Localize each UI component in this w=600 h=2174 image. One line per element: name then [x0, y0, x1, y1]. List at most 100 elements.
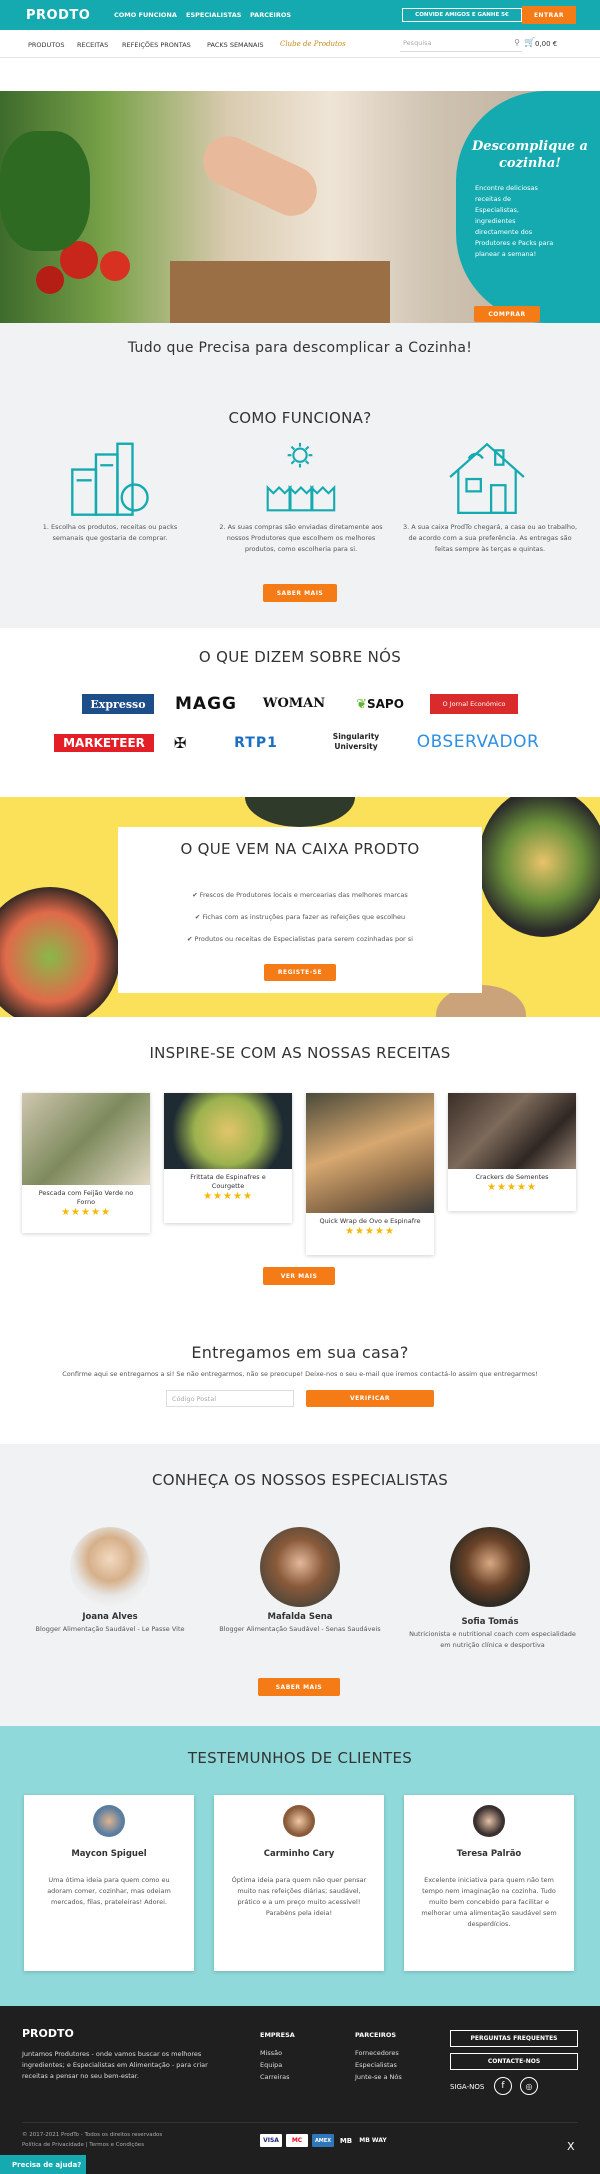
payment-visa-icon: VISA	[260, 2134, 282, 2147]
customer-name: Maycon Spiguel	[71, 1849, 147, 1859]
recipe-card[interactable]: Crackers de Sementes ★★★★★	[448, 1093, 576, 1211]
step-2: 2. As suas compras são enviadas diretame…	[219, 523, 383, 553]
producers-icon	[266, 442, 336, 512]
testimonial-text: Óptima ideia para quem não quer pensar m…	[231, 1876, 367, 1917]
rating-stars: ★★★★★	[487, 1182, 537, 1193]
footer-link-equipa[interactable]: Equipa	[260, 2060, 282, 2071]
instagram-icon[interactable]: ◎	[520, 2077, 538, 2095]
step-3: 3. A sua caixa ProdTo chegará, a casa ou…	[402, 523, 578, 553]
customer-avatar	[93, 1805, 125, 1837]
recipe-image	[22, 1093, 150, 1185]
footer-link-carreiras[interactable]: Carreiras	[260, 2072, 289, 2083]
payment-mb-icon: MB	[339, 2136, 353, 2145]
press-logo-rtp1: RTP1	[234, 735, 278, 751]
search-input[interactable]: Pesquisa ⚲	[400, 36, 522, 52]
nav-como-funciona[interactable]: COMO FUNCIONA	[114, 11, 177, 19]
payment-mastercard-icon: MC	[286, 2134, 308, 2147]
brand-logo[interactable]: PRODTO	[26, 8, 90, 23]
salad-bowl	[478, 797, 600, 937]
footer-col2-title: PARCEIROS	[355, 2031, 397, 2039]
search-placeholder: Pesquisa	[403, 39, 432, 47]
grocery-icon	[71, 442, 149, 516]
recipe-card[interactable]: Frittata de Espinafres e Courgette ★★★★★	[164, 1093, 292, 1223]
recipe-name: Quick Wrap de Ovo e Espinafre	[319, 1217, 421, 1225]
search-icon[interactable]: ⚲	[514, 38, 520, 47]
testimonial-text: Uma ótima ideia para quem como eu adoram…	[47, 1876, 171, 1906]
sapo-text: SAPO	[366, 697, 404, 711]
nav-parceiros[interactable]: PARCEIROS	[250, 11, 291, 19]
check-icon: ✔	[187, 935, 195, 943]
press-logo-sapo: ❦ SAPO	[346, 694, 414, 714]
experts-more-button[interactable]: SABER MAIS	[258, 1678, 340, 1696]
cutting-board	[170, 261, 390, 323]
recipe-card[interactable]: Quick Wrap de Ovo e Espinafre ★★★★★	[306, 1093, 434, 1255]
follow-label: SIGA-NOS	[450, 2083, 485, 2091]
postal-code-input[interactable]: Código Postal	[166, 1390, 294, 1407]
press-logo-expresso: Expresso	[82, 694, 154, 714]
recipes-more-button[interactable]: VER MAIS	[263, 1267, 335, 1285]
recipe-image	[306, 1093, 434, 1213]
payment-amex-icon: AMEX	[312, 2134, 334, 2147]
help-chat-button[interactable]: Precisa de ajuda?	[0, 2155, 86, 2174]
cart-total[interactable]: 0,00 €	[535, 40, 557, 48]
cart-icon[interactable]: 🛒	[524, 38, 535, 48]
rating-stars: ★★★★★	[61, 1207, 111, 1218]
expert-role: Blogger Alimentação Saudável - Senas Sau…	[219, 1625, 381, 1633]
box-item-3: ✔ Produtos ou receitas de Especialistas …	[130, 934, 470, 945]
footer-link-missao[interactable]: Missão	[260, 2048, 282, 2059]
expert-avatar	[70, 1527, 150, 1607]
footer-logo[interactable]: PRODTO	[22, 2027, 74, 2040]
press-logo-observador: OBSERVADOR	[416, 732, 540, 752]
press-logo-emblem: ✠	[173, 734, 187, 752]
box-item-1: ✔ Frescos de Produtores locais e mercear…	[130, 890, 470, 901]
hand	[195, 127, 325, 225]
register-button[interactable]: REGISTE-SE	[264, 964, 336, 981]
privacy-links[interactable]: Política de Privacidade | Termos e Condi…	[22, 2142, 144, 2148]
box-item-text: Fichas com as instruções para fazer as r…	[202, 913, 406, 921]
invite-button[interactable]: CONVIDE AMIGOS E GANHE 5€	[402, 8, 522, 22]
footer-divider	[22, 2122, 578, 2123]
expert-role: Blogger Alimentação Saudável - Le Passe …	[35, 1625, 185, 1633]
check-icon: ✔	[192, 891, 200, 899]
login-button[interactable]: ENTRAR	[522, 6, 576, 24]
press-logo-magg: MAGG	[175, 694, 237, 714]
sapo-leaf-icon: ❦	[356, 696, 367, 712]
press-title: O QUE DIZEM SOBRE NÓS	[198, 648, 402, 666]
expert-name: Joana Alves	[82, 1612, 138, 1622]
facebook-icon[interactable]: f	[494, 2077, 512, 2095]
menu-club[interactable]: Clube de Produtos	[280, 40, 346, 48]
press-logo-jornal: O Jornal Económico	[430, 694, 518, 714]
experts-title: CONHEÇA OS NOSSOS ESPECIALISTAS	[151, 1471, 449, 1489]
greens	[0, 131, 90, 251]
expert-name: Sofia Tomás	[461, 1617, 519, 1627]
expert-name: Mafalda Sena	[267, 1612, 333, 1622]
testimonial-card: Teresa Palrão Excelente iniciativa para …	[404, 1795, 574, 1971]
customer-name: Teresa Palrão	[456, 1849, 522, 1859]
close-icon[interactable]: X	[567, 2140, 575, 2153]
hero-title: Descomplique a cozinha!	[472, 139, 588, 171]
expert-avatar	[260, 1527, 340, 1607]
hero-buy-button[interactable]: COMPRAR	[474, 306, 540, 322]
faq-button[interactable]: PERGUNTAS FREQUENTES	[450, 2030, 578, 2047]
expert-role: Nutricionista e nutritional coach com es…	[409, 1630, 576, 1649]
footer-col1-title: EMPRESA	[260, 2031, 295, 2039]
testimonial-card: Carminho Cary Óptima ideia para quem não…	[214, 1795, 384, 1971]
recipe-name: Crackers de Sementes	[475, 1173, 549, 1181]
recipe-card[interactable]: Pescada com Feijão Verde no Forno ★★★★★	[22, 1093, 150, 1233]
nav-especialistas[interactable]: ESPECIALISTAS	[186, 11, 241, 19]
press-logo-woman: WOMAN	[262, 695, 326, 711]
expert-avatar	[450, 1527, 530, 1607]
menu-produtos[interactable]: PRODUTOS	[28, 41, 65, 49]
footer-link-fornecedores[interactable]: Fornecedores	[355, 2048, 399, 2059]
menu-packs[interactable]: PACKS SEMANAIS	[207, 41, 263, 49]
footer-link-especialistas[interactable]: Especialistas	[355, 2060, 397, 2071]
menu-receitas[interactable]: RECEITAS	[77, 41, 108, 49]
contact-button[interactable]: CONTACTE-NOS	[450, 2053, 578, 2070]
rating-stars: ★★★★★	[203, 1191, 253, 1202]
menu-refeicoes[interactable]: REFEIÇÕES PRONTAS	[122, 41, 191, 49]
how-more-button[interactable]: SABER MAIS	[263, 584, 337, 602]
footer-link-junte[interactable]: Junte-se a Nós	[355, 2072, 402, 2083]
recipe-name: Frittata de Espinafres e Courgette	[190, 1173, 266, 1190]
press-logo-marketeer: MARKETEER	[54, 734, 154, 752]
verify-button[interactable]: VERIFICAR	[306, 1390, 434, 1407]
